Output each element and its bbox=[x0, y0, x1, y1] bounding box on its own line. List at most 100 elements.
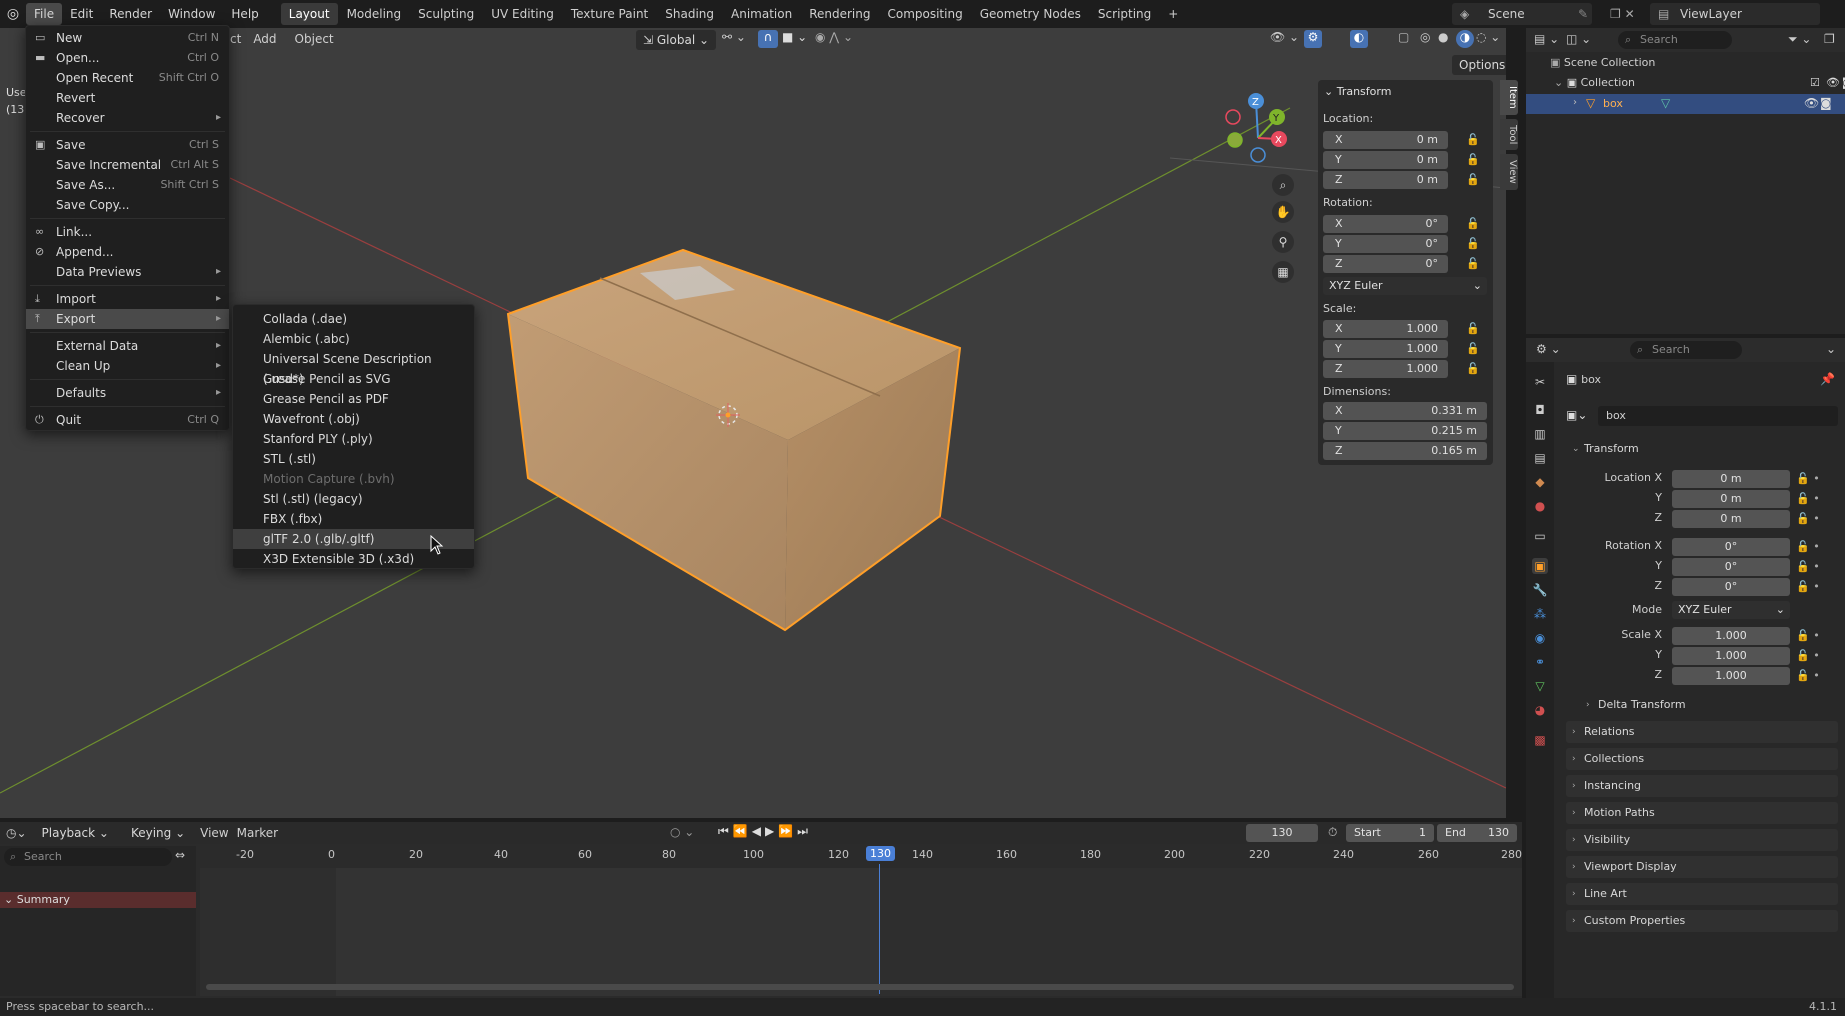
editor-type-icon[interactable]: ⚙ ⌄ bbox=[1536, 342, 1561, 356]
scale-y-field[interactable]: 1.000 bbox=[1672, 647, 1790, 665]
export-stl-legacy[interactable]: Stl (.stl) (legacy) bbox=[233, 489, 474, 509]
delta-transform-header[interactable]: › Delta Transform bbox=[1580, 694, 1838, 716]
menu-item-external-data[interactable]: External Data ▸ bbox=[26, 336, 229, 356]
export-grease-pencil-svg[interactable]: Grease Pencil as SVG bbox=[233, 369, 474, 389]
lock-icon[interactable]: 🔓 bbox=[1466, 237, 1480, 250]
horizontal-scrollbar[interactable] bbox=[206, 984, 1514, 990]
menu-help[interactable]: Help bbox=[223, 3, 266, 25]
outliner-scene-collection[interactable]: ▣ Scene Collection bbox=[1550, 56, 1655, 69]
location-z-field[interactable]: 0 m bbox=[1672, 510, 1790, 528]
menu-item-save[interactable]: ▣ Save Ctrl S bbox=[26, 135, 229, 155]
display-mode-icon[interactable]: ◫ ⌄ bbox=[1566, 32, 1591, 46]
view-menu[interactable]: View bbox=[200, 826, 228, 840]
menu-item-save-incremental[interactable]: Save Incremental Ctrl Alt S bbox=[26, 155, 229, 175]
object-type-dropdown-icon[interactable]: ▣⌄ bbox=[1566, 408, 1587, 422]
npanel-rotation-x[interactable]: X 0° bbox=[1323, 215, 1448, 233]
start-frame-field[interactable]: Start 1 bbox=[1346, 824, 1434, 842]
outliner-search-input[interactable]: ⌕ Search bbox=[1618, 31, 1732, 49]
rotation-x-field[interactable]: 0° bbox=[1672, 538, 1790, 556]
section-custom-properties[interactable]: › Custom Properties bbox=[1566, 910, 1838, 932]
lock-icon[interactable]: 🔓 bbox=[1466, 257, 1480, 270]
mode-partial-label[interactable]: ct bbox=[230, 32, 241, 46]
camera-icon[interactable]: ⚲ bbox=[1272, 231, 1294, 253]
menu-item-recover[interactable]: Recover ▸ bbox=[26, 108, 229, 128]
object-name-field[interactable]: box bbox=[1598, 406, 1838, 426]
add-menu[interactable]: Add bbox=[247, 32, 282, 46]
tab-shading[interactable]: Shading bbox=[657, 3, 722, 25]
pin-icon[interactable]: ✎ bbox=[1578, 3, 1588, 25]
lock-icon[interactable]: 🔓 • bbox=[1796, 580, 1820, 593]
timeline-search-input[interactable]: ⌕ Search bbox=[4, 848, 172, 866]
npanel-scale-z[interactable]: Z 1.000 bbox=[1323, 360, 1448, 378]
menu-item-save-copy[interactable]: Save Copy... bbox=[26, 195, 229, 215]
rendered-shading-icon[interactable]: ◌ ⌄ bbox=[1476, 30, 1500, 44]
tab-geometry-nodes[interactable]: Geometry Nodes bbox=[972, 3, 1089, 25]
npanel-rotation-y[interactable]: Y 0° bbox=[1323, 235, 1448, 253]
menu-item-defaults[interactable]: Defaults ▸ bbox=[26, 383, 229, 403]
menu-item-quit[interactable]: ⏻ Quit Ctrl Q bbox=[26, 410, 229, 430]
view-layer-selector[interactable]: ▤ ViewLayer bbox=[1650, 3, 1820, 25]
rotation-y-field[interactable]: 0° bbox=[1672, 558, 1790, 576]
object-menu[interactable]: Object bbox=[289, 32, 340, 46]
menu-item-data-previews[interactable]: Data Previews ▸ bbox=[26, 262, 229, 282]
menu-edit[interactable]: Edit bbox=[62, 3, 101, 25]
end-frame-field[interactable]: End 130 bbox=[1437, 824, 1517, 842]
tab-tool[interactable]: Tool bbox=[1500, 118, 1518, 151]
transform-panel-header[interactable]: ⌄ Transform bbox=[1566, 438, 1838, 460]
tab-scripting[interactable]: Scripting bbox=[1090, 3, 1159, 25]
menu-item-open[interactable]: ▬ Open... Ctrl O bbox=[26, 48, 229, 68]
options-button[interactable]: Options bbox=[1452, 55, 1506, 75]
editor-type-icon[interactable]: ▤ ⌄ bbox=[1534, 32, 1559, 46]
lock-icon[interactable]: 🔓 • bbox=[1796, 560, 1820, 573]
tab-layout[interactable]: Layout bbox=[280, 3, 338, 25]
menu-item-append[interactable]: ⊘ Append... bbox=[26, 242, 229, 262]
npanel-location-y[interactable]: Y 0 m bbox=[1323, 151, 1448, 169]
lock-icon[interactable]: 🔓 bbox=[1466, 153, 1480, 166]
lock-icon[interactable]: 🔓 bbox=[1466, 362, 1480, 375]
tab-view[interactable]: View bbox=[1500, 154, 1518, 190]
rotation-mode-dropdown[interactable]: XYZ Euler ⌄ bbox=[1323, 277, 1487, 295]
export-grease-pencil-pdf[interactable]: Grease Pencil as PDF bbox=[233, 389, 474, 409]
gizmo-toggle-icon[interactable]: ⚙ bbox=[1304, 30, 1322, 48]
swap-icon[interactable]: ⇔ bbox=[175, 848, 185, 862]
section-line-art[interactable]: › Line Art bbox=[1566, 883, 1838, 905]
solid-shading-icon[interactable]: ● bbox=[1438, 30, 1448, 44]
new-scene-icon[interactable]: ❐ ✕ bbox=[1610, 3, 1640, 25]
npanel-scale-y[interactable]: Y 1.000 bbox=[1323, 340, 1448, 358]
wireframe-shading-icon[interactable]: ◎ bbox=[1420, 30, 1430, 44]
physics-icon[interactable]: ◉ bbox=[1532, 630, 1548, 646]
menu-item-clean-up[interactable]: Clean Up ▸ bbox=[26, 356, 229, 376]
export-wavefront-obj[interactable]: Wavefront (.obj) bbox=[233, 409, 474, 429]
menu-item-import[interactable]: ⤓ Import ▸ bbox=[26, 289, 229, 309]
section-relations[interactable]: › Relations bbox=[1566, 721, 1838, 743]
scale-z-field[interactable]: 1.000 bbox=[1672, 667, 1790, 685]
section-instancing[interactable]: › Instancing bbox=[1566, 775, 1838, 797]
snap-icon[interactable]: ∩ bbox=[758, 30, 778, 48]
chevron-down-icon[interactable]: ⌄ bbox=[1826, 342, 1836, 356]
section-collections[interactable]: › Collections bbox=[1566, 748, 1838, 770]
npanel-scale-x[interactable]: X 1.000 bbox=[1323, 320, 1448, 338]
eye-icon[interactable]: 👁 bbox=[1826, 76, 1840, 89]
export-stanford-ply[interactable]: Stanford PLY (.ply) bbox=[233, 429, 474, 449]
lock-icon[interactable]: 🔓 bbox=[1466, 217, 1480, 230]
object-icon[interactable]: ▣ bbox=[1532, 558, 1548, 574]
blender-logo-icon[interactable]: ◎ bbox=[0, 6, 26, 22]
current-frame-field[interactable]: 130 bbox=[1246, 824, 1318, 842]
tab-compositing[interactable]: Compositing bbox=[879, 3, 970, 25]
npanel-rotation-z[interactable]: Z 0° bbox=[1323, 255, 1448, 273]
export-alembic[interactable]: Alembic (.abc) bbox=[233, 329, 474, 349]
lock-icon[interactable]: 🔓 • bbox=[1796, 512, 1820, 525]
export-stl[interactable]: STL (.stl) bbox=[233, 449, 474, 469]
checkbox-icon[interactable]: ☑ bbox=[1810, 76, 1820, 89]
menu-window[interactable]: Window bbox=[160, 3, 223, 25]
properties-search-input[interactable]: ⌕ Search bbox=[1630, 341, 1742, 359]
tab-modeling[interactable]: Modeling bbox=[339, 3, 410, 25]
lock-icon[interactable]: 🔓 bbox=[1466, 173, 1480, 186]
npanel-dimension-z[interactable]: Z 0.165 m bbox=[1323, 442, 1487, 460]
output-icon[interactable]: ▥ bbox=[1532, 426, 1548, 442]
export-collada[interactable]: Collada (.dae) bbox=[233, 309, 474, 329]
material-icon[interactable]: ◕ bbox=[1532, 702, 1548, 718]
tab-item[interactable]: Item bbox=[1500, 80, 1518, 115]
scene-icon[interactable]: ◆ bbox=[1532, 474, 1548, 490]
lock-icon[interactable]: 🔓 • bbox=[1796, 669, 1820, 682]
